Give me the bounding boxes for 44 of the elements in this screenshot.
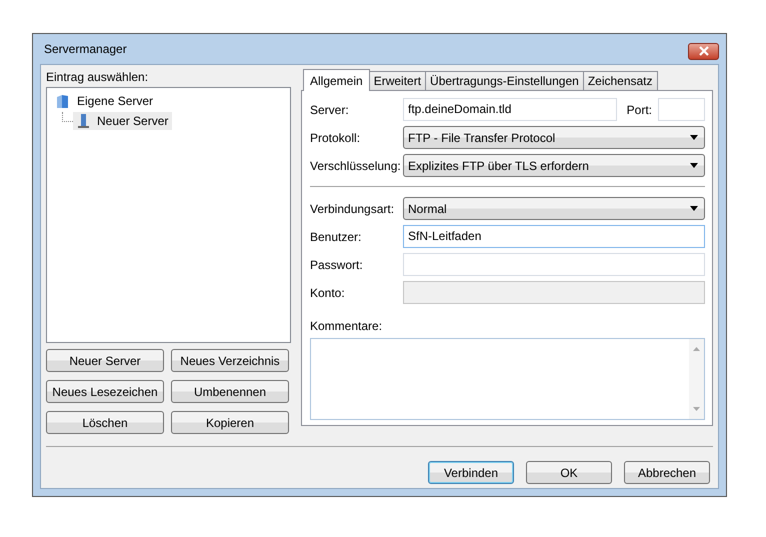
field-label: Konto: [310,286,346,300]
field-label: Verschlüsselung: [310,158,402,172]
caret-icon [690,206,698,211]
dropdown[interactable]: Normal [403,197,705,220]
dropdown[interactable]: Explizites FTP über TLS erfordern [403,154,705,177]
dialog-button[interactable]: Verbinden [428,461,514,484]
field-label: Protokoll: [310,130,362,144]
input-field[interactable]: ftp.deineDomain.tld [403,98,617,121]
scrollbar[interactable] [689,339,704,419]
tab[interactable]: Übertragungs-Einstellungen [425,71,584,90]
action-button[interactable]: Löschen [46,411,164,434]
tab[interactable]: Allgemein [303,69,370,91]
field-label: Kommentare: [310,319,384,335]
scroll-down-icon [693,407,700,411]
field-label: Port: [626,102,652,116]
caret-icon [690,135,698,140]
action-button[interactable]: Umbenennen [171,380,289,403]
input-field[interactable] [658,98,705,121]
entry-label: Eintrag auswählen: [46,69,150,85]
field-label: Server: [310,102,350,116]
comment-field[interactable] [310,338,705,420]
close-icon [698,46,710,56]
dropdown[interactable]: FTP - File Transfer Protocol [403,126,705,149]
close-button[interactable] [688,42,719,60]
input-field[interactable] [403,253,705,276]
tab[interactable]: Zeichensatz [582,71,658,90]
field-label: Passwort: [310,258,364,272]
action-button[interactable]: Neuer Server [46,349,164,372]
caret-icon [690,163,698,168]
action-button[interactable]: Neues Verzeichnis [171,349,289,372]
field-label: Benutzer: [310,230,362,244]
tree-item[interactable]: Neuer Server [73,112,172,130]
dialog-button[interactable]: OK [526,461,612,484]
action-button[interactable]: Kopieren [171,411,289,434]
dialog-button[interactable]: Abbrechen [624,461,710,484]
window-title: Servermanager [44,42,127,56]
tab[interactable]: Erweitert [368,71,426,90]
server-icon [75,113,91,129]
input-field[interactable]: SfN-Leitfaden [403,225,705,248]
action-button[interactable]: Neues Lesezeichen [46,380,164,403]
tree-item[interactable]: Eigene Server [53,92,158,110]
scroll-up-icon [693,347,700,351]
field-label: Verbindungsart: [310,202,396,216]
folder-icon [55,93,71,109]
